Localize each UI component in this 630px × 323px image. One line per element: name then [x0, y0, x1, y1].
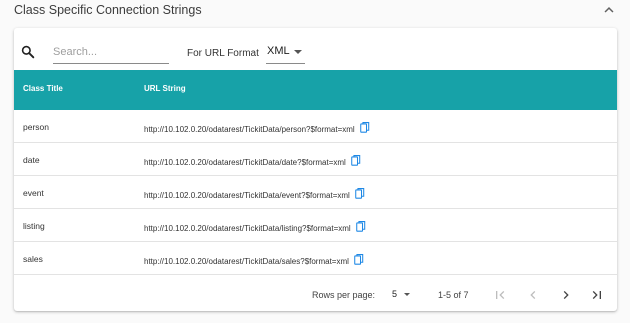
table-row: listing http://10.102.0.20/odatarest/Tic…	[14, 209, 617, 242]
url-text: http://10.102.0.20/odatarest/TickitData/…	[144, 158, 346, 167]
url-text: http://10.102.0.20/odatarest/TickitData/…	[144, 125, 355, 134]
column-header-class-title[interactable]: Class Title	[23, 84, 63, 93]
table-row: event http://10.102.0.20/odatarest/Ticki…	[14, 176, 617, 209]
class-title-cell: date	[23, 155, 40, 165]
class-title-cell: listing	[23, 221, 45, 231]
previous-page-icon[interactable]	[525, 287, 541, 303]
copy-icon[interactable]	[354, 254, 364, 265]
copy-icon[interactable]	[359, 122, 370, 133]
url-format-select[interactable]: XML	[266, 42, 305, 64]
url-format-value: XML	[267, 45, 290, 57]
first-page-icon[interactable]	[492, 287, 508, 303]
url-cell: http://10.102.0.20/odatarest/TickitData/…	[144, 122, 370, 134]
section-title: Class Specific Connection Strings	[14, 3, 202, 17]
last-page-icon[interactable]	[589, 287, 605, 303]
url-cell: http://10.102.0.20/odatarest/TickitData/…	[144, 221, 366, 233]
table-row: person http://10.102.0.20/odatarest/Tick…	[14, 110, 617, 143]
next-page-icon[interactable]	[558, 287, 574, 303]
search-input[interactable]	[53, 42, 169, 64]
class-title-cell: event	[23, 188, 44, 198]
search-icon[interactable]	[20, 44, 36, 60]
copy-icon[interactable]	[355, 221, 366, 232]
column-header-url-string[interactable]: URL String	[144, 84, 186, 93]
class-title-cell: person	[23, 122, 49, 132]
page-range-text: 1-5 of 7	[438, 290, 469, 300]
rows-per-page-label: Rows per page:	[312, 290, 376, 300]
rows-per-page-value: 5	[392, 289, 398, 299]
table-pagination: Rows per page: 5 1-5 of 7	[14, 278, 617, 311]
url-text: http://10.102.0.20/odatarest/TickitData/…	[144, 191, 350, 200]
chevron-up-icon[interactable]	[600, 1, 618, 19]
dropdown-arrow-icon	[404, 293, 410, 296]
table-row: date http://10.102.0.20/odatarest/Tickit…	[14, 143, 617, 176]
url-text: http://10.102.0.20/odatarest/TickitData/…	[144, 257, 349, 266]
connection-strings-card: For URL Format XML Class Title URL Strin…	[14, 28, 617, 311]
dropdown-arrow-icon	[294, 50, 302, 54]
table-body: person http://10.102.0.20/odatarest/Tick…	[14, 110, 617, 275]
table-toolbar: For URL Format XML	[14, 28, 617, 70]
url-format-label: For URL Format	[187, 48, 259, 59]
section-header[interactable]: Class Specific Connection Strings	[0, 0, 630, 22]
url-cell: http://10.102.0.20/odatarest/TickitData/…	[144, 254, 364, 266]
url-cell: http://10.102.0.20/odatarest/TickitData/…	[144, 188, 365, 200]
rows-per-page-select[interactable]: 5	[390, 286, 414, 303]
table-row: sales http://10.102.0.20/odatarest/Ticki…	[14, 242, 617, 275]
copy-icon[interactable]	[351, 155, 361, 166]
copy-icon[interactable]	[355, 188, 365, 199]
url-text: http://10.102.0.20/odatarest/TickitData/…	[144, 224, 351, 233]
class-title-cell: sales	[23, 254, 43, 264]
table-header: Class Title URL String	[14, 70, 617, 110]
url-cell: http://10.102.0.20/odatarest/TickitData/…	[144, 155, 361, 167]
